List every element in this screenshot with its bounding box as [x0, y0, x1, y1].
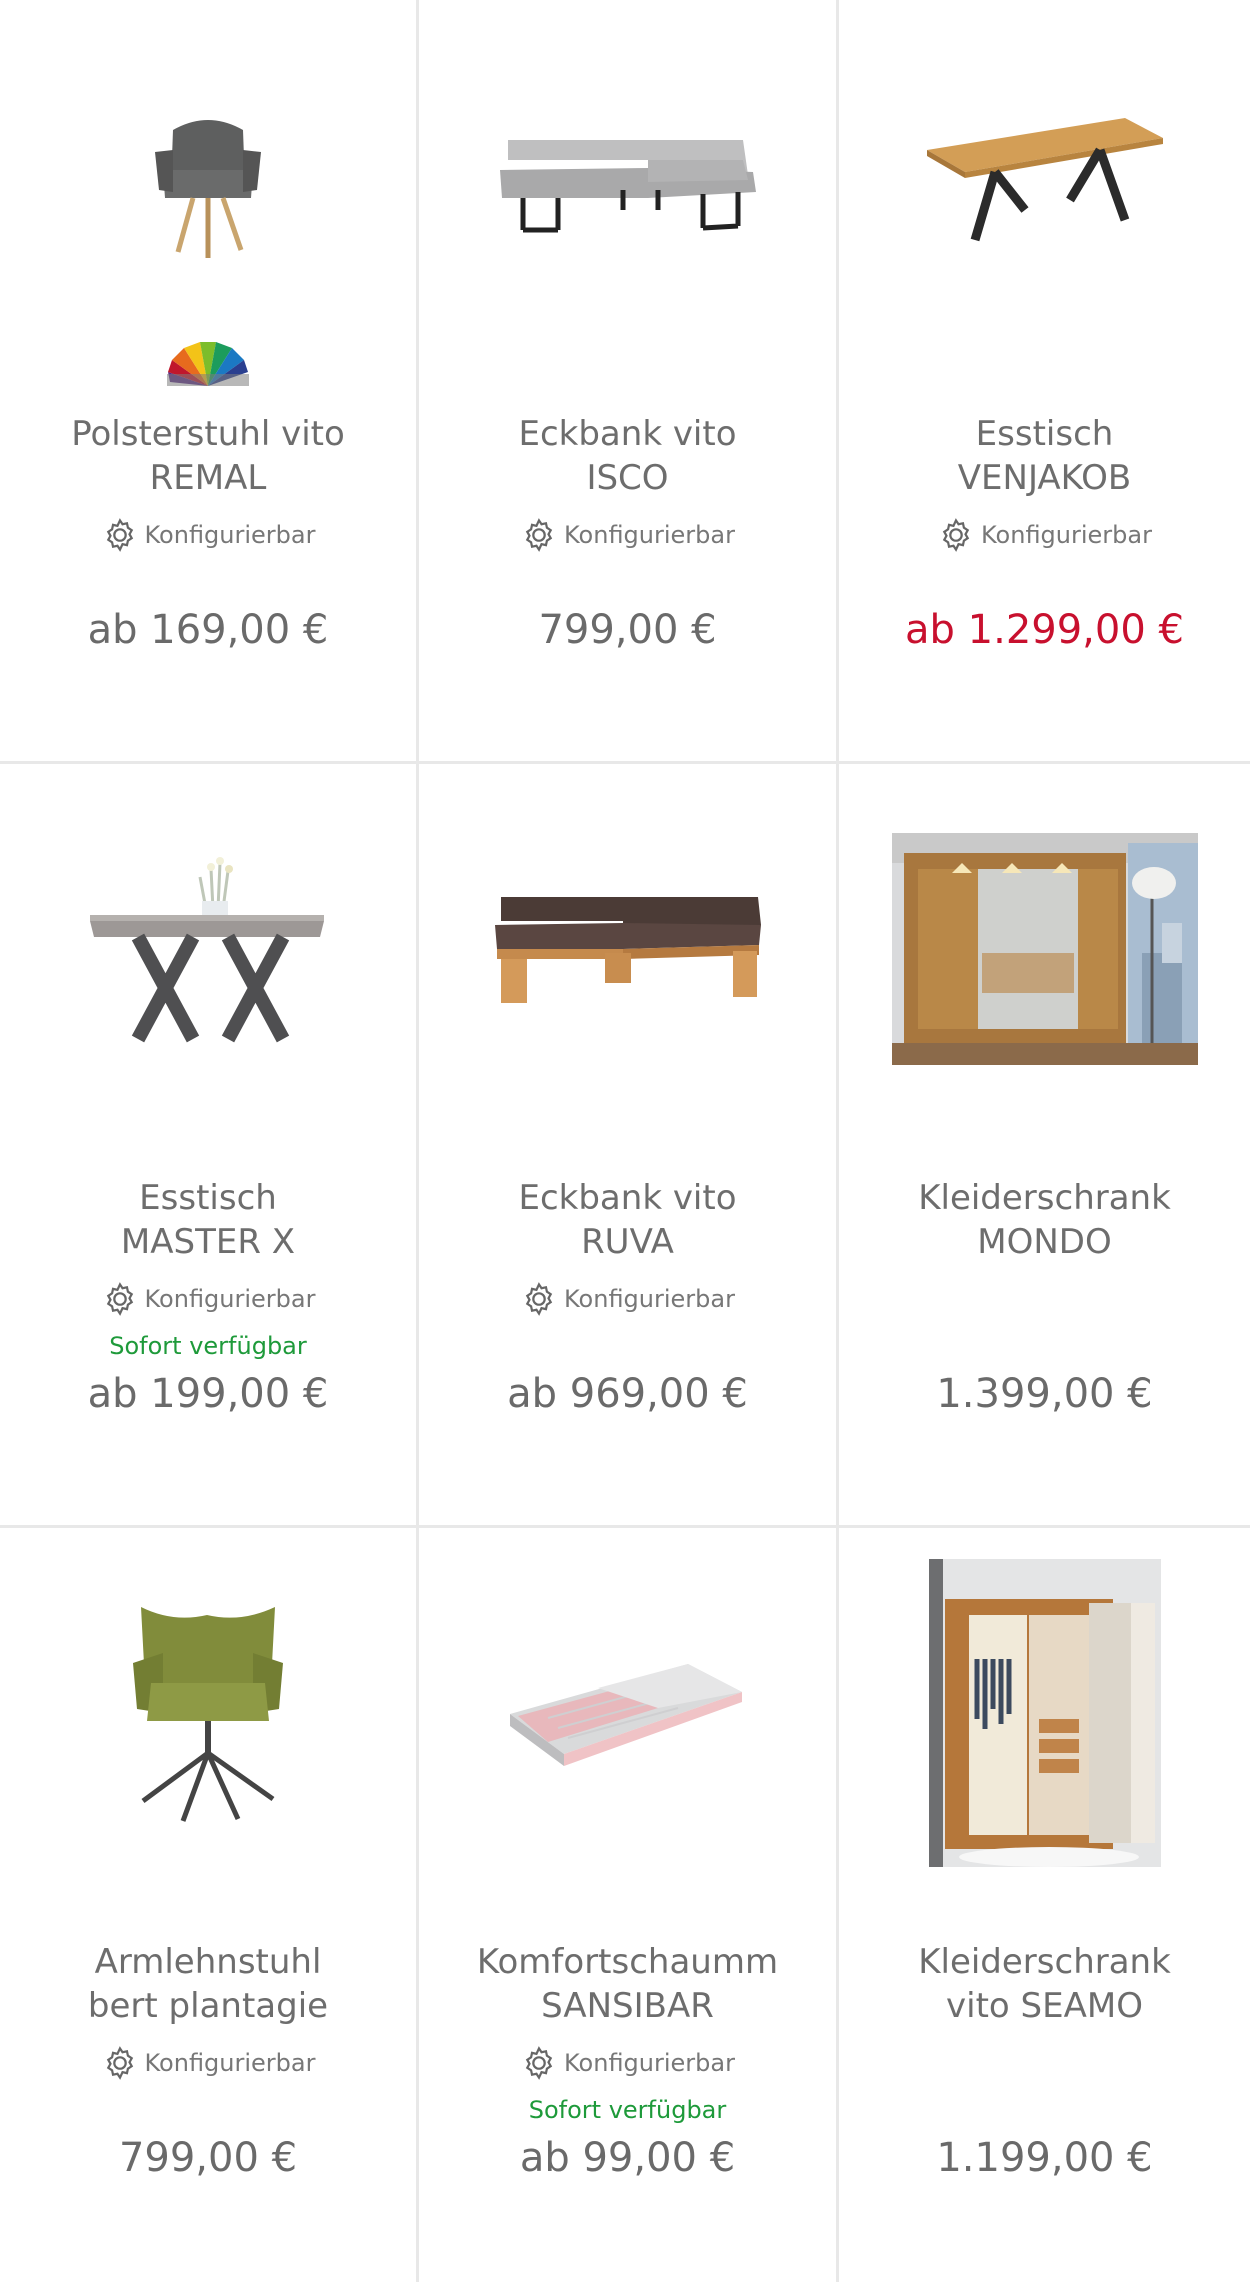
product-card[interactable]: Armlehnstuhl bert plantagie Konfigurierb… — [0, 1528, 419, 2282]
product-title[interactable]: Eckbank vito RUVA — [419, 1176, 836, 1264]
gear-icon — [525, 518, 553, 552]
product-image[interactable] — [419, 804, 836, 1094]
configurable-label: Konfigurierbar — [144, 521, 316, 549]
product-price: 799,00 € — [118, 2135, 298, 2181]
product-card[interactable]: Kleiderschrank MONDO 1.399,00 € — [839, 764, 1250, 1528]
availability-badge: Sofort verfügbar — [528, 2096, 727, 2124]
product-card[interactable]: Polsterstuhl vito REMAL Konfigurierbar a… — [0, 0, 419, 764]
product-price: ab 1.299,00 € — [905, 607, 1184, 653]
product-card[interactable]: Esstisch VENJAKOB Konfigurierbar ab 1.29… — [839, 0, 1250, 764]
gear-icon — [525, 2046, 553, 2080]
product-price: ab 969,00 € — [507, 1371, 748, 1417]
configurable-label: Konfigurierbar — [144, 1285, 316, 1313]
product-title[interactable]: Esstisch MASTER X — [0, 1176, 416, 1264]
gear-icon — [106, 1282, 133, 1316]
product-title[interactable]: Kleiderschrank vito SEAMO — [839, 1940, 1250, 2028]
product-image[interactable] — [839, 40, 1250, 330]
product-card[interactable]: Komfortschaumm SANSIBAR Konfigurierbar S… — [419, 1528, 839, 2282]
product-image[interactable] — [0, 40, 416, 330]
product-image[interactable] — [839, 804, 1250, 1094]
product-grid: Polsterstuhl vito REMAL Konfigurierbar a… — [0, 0, 1250, 2282]
configurable-label: Konfigurierbar — [564, 2049, 735, 2077]
product-title[interactable]: Armlehnstuhl bert plantagie — [0, 1940, 416, 2028]
gear-icon — [942, 518, 970, 552]
configurable-badge: Konfigurierbar — [0, 1280, 416, 1318]
product-price: ab 99,00 € — [519, 2135, 736, 2181]
configurable-label: Konfigurierbar — [564, 521, 735, 549]
product-image[interactable] — [419, 1568, 836, 1858]
product-title[interactable]: Kleiderschrank MONDO — [839, 1176, 1250, 1264]
gear-icon — [106, 518, 133, 552]
configurable-badge: Konfigurierbar — [839, 516, 1250, 554]
product-card[interactable]: Eckbank vito RUVA Konfigurierbar ab 969,… — [419, 764, 839, 1528]
configurable-badge: Konfigurierbar — [0, 2044, 416, 2082]
product-price: 1.199,00 € — [936, 2135, 1153, 2181]
product-card[interactable]: Esstisch MASTER X Konfigurierbar Sofort … — [0, 764, 419, 1528]
configurable-label: Konfigurierbar — [981, 521, 1152, 549]
product-card[interactable]: Eckbank vito ISCO Konfigurierbar 799,00 … — [419, 0, 839, 764]
availability-badge: Sofort verfügbar — [109, 1332, 307, 1360]
product-card[interactable]: Kleiderschrank vito SEAMO 1.199,00 € — [839, 1528, 1250, 2282]
product-title[interactable]: Eckbank vito ISCO — [419, 412, 836, 500]
color-options-icon[interactable] — [165, 338, 251, 392]
configurable-label: Konfigurierbar — [144, 2049, 316, 2077]
product-image[interactable] — [419, 40, 836, 330]
product-image[interactable] — [0, 1568, 416, 1858]
product-image[interactable] — [0, 804, 416, 1094]
gear-icon — [106, 2046, 133, 2080]
product-title[interactable]: Komfortschaumm SANSIBAR — [419, 1940, 836, 2028]
configurable-label: Konfigurierbar — [564, 1285, 735, 1313]
configurable-badge: Konfigurierbar — [0, 516, 416, 554]
product-price: ab 169,00 € — [87, 607, 329, 653]
product-price: 1.399,00 € — [936, 1371, 1153, 1417]
configurable-badge: Konfigurierbar — [419, 2044, 836, 2082]
configurable-badge: Konfigurierbar — [419, 1280, 836, 1318]
gear-icon — [525, 1282, 553, 1316]
product-title[interactable]: Polsterstuhl vito REMAL — [0, 412, 416, 500]
product-image[interactable] — [839, 1559, 1250, 1867]
configurable-badge: Konfigurierbar — [419, 516, 836, 554]
product-title[interactable]: Esstisch VENJAKOB — [839, 412, 1250, 500]
product-price: 799,00 € — [538, 607, 717, 653]
product-price: ab 199,00 € — [87, 1371, 329, 1417]
